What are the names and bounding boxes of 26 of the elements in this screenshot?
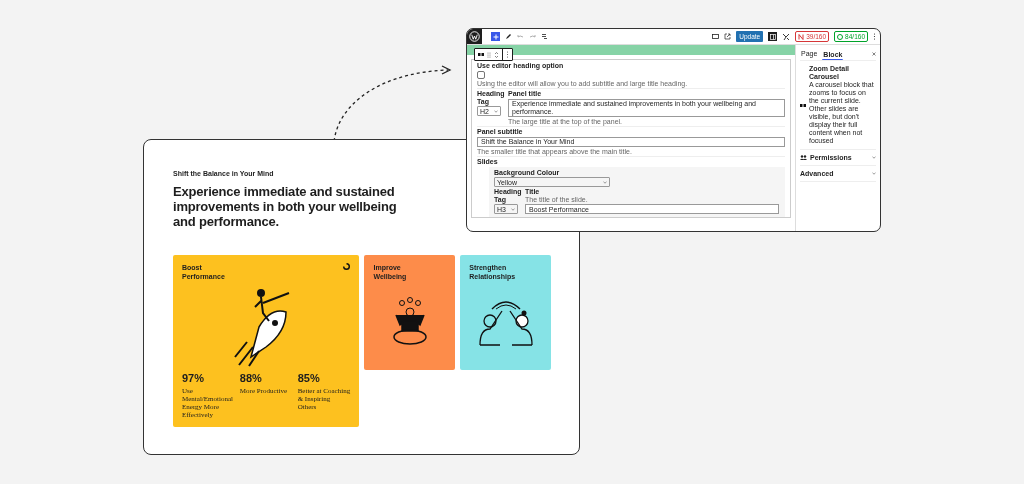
settings-icon[interactable] [768, 32, 778, 41]
external-link-icon[interactable] [724, 33, 732, 40]
people-icon [800, 155, 807, 160]
spinner-icon [343, 263, 351, 270]
stat-value: 85% [297, 372, 321, 384]
block-icon [800, 102, 806, 108]
score-icon [837, 33, 844, 40]
close-icon[interactable] [872, 52, 876, 56]
chevron-down-icon [872, 172, 876, 175]
chevron-down-icon [511, 207, 515, 211]
logo-icon[interactable] [467, 29, 482, 44]
add-block-button[interactable] [491, 32, 500, 41]
block-icon[interactable] [478, 52, 484, 57]
list-view-icon[interactable] [541, 33, 548, 40]
chevron-down-icon [872, 156, 876, 159]
more-options-icon[interactable] [873, 33, 876, 40]
desktop-icon[interactable] [712, 33, 720, 40]
move-arrows-icon[interactable] [494, 50, 499, 59]
stat-value: 88% [239, 372, 263, 384]
checkbox[interactable] [477, 70, 485, 79]
score-icon [798, 33, 805, 40]
stat-value: 97% [182, 372, 206, 384]
panel-title: Experience immediate and sustained improvements in both your wellbeing and performance. [173, 184, 398, 229]
chevron-down-icon [603, 180, 607, 184]
chevron-down-icon [494, 109, 498, 113]
pencil-icon[interactable] [505, 33, 512, 40]
